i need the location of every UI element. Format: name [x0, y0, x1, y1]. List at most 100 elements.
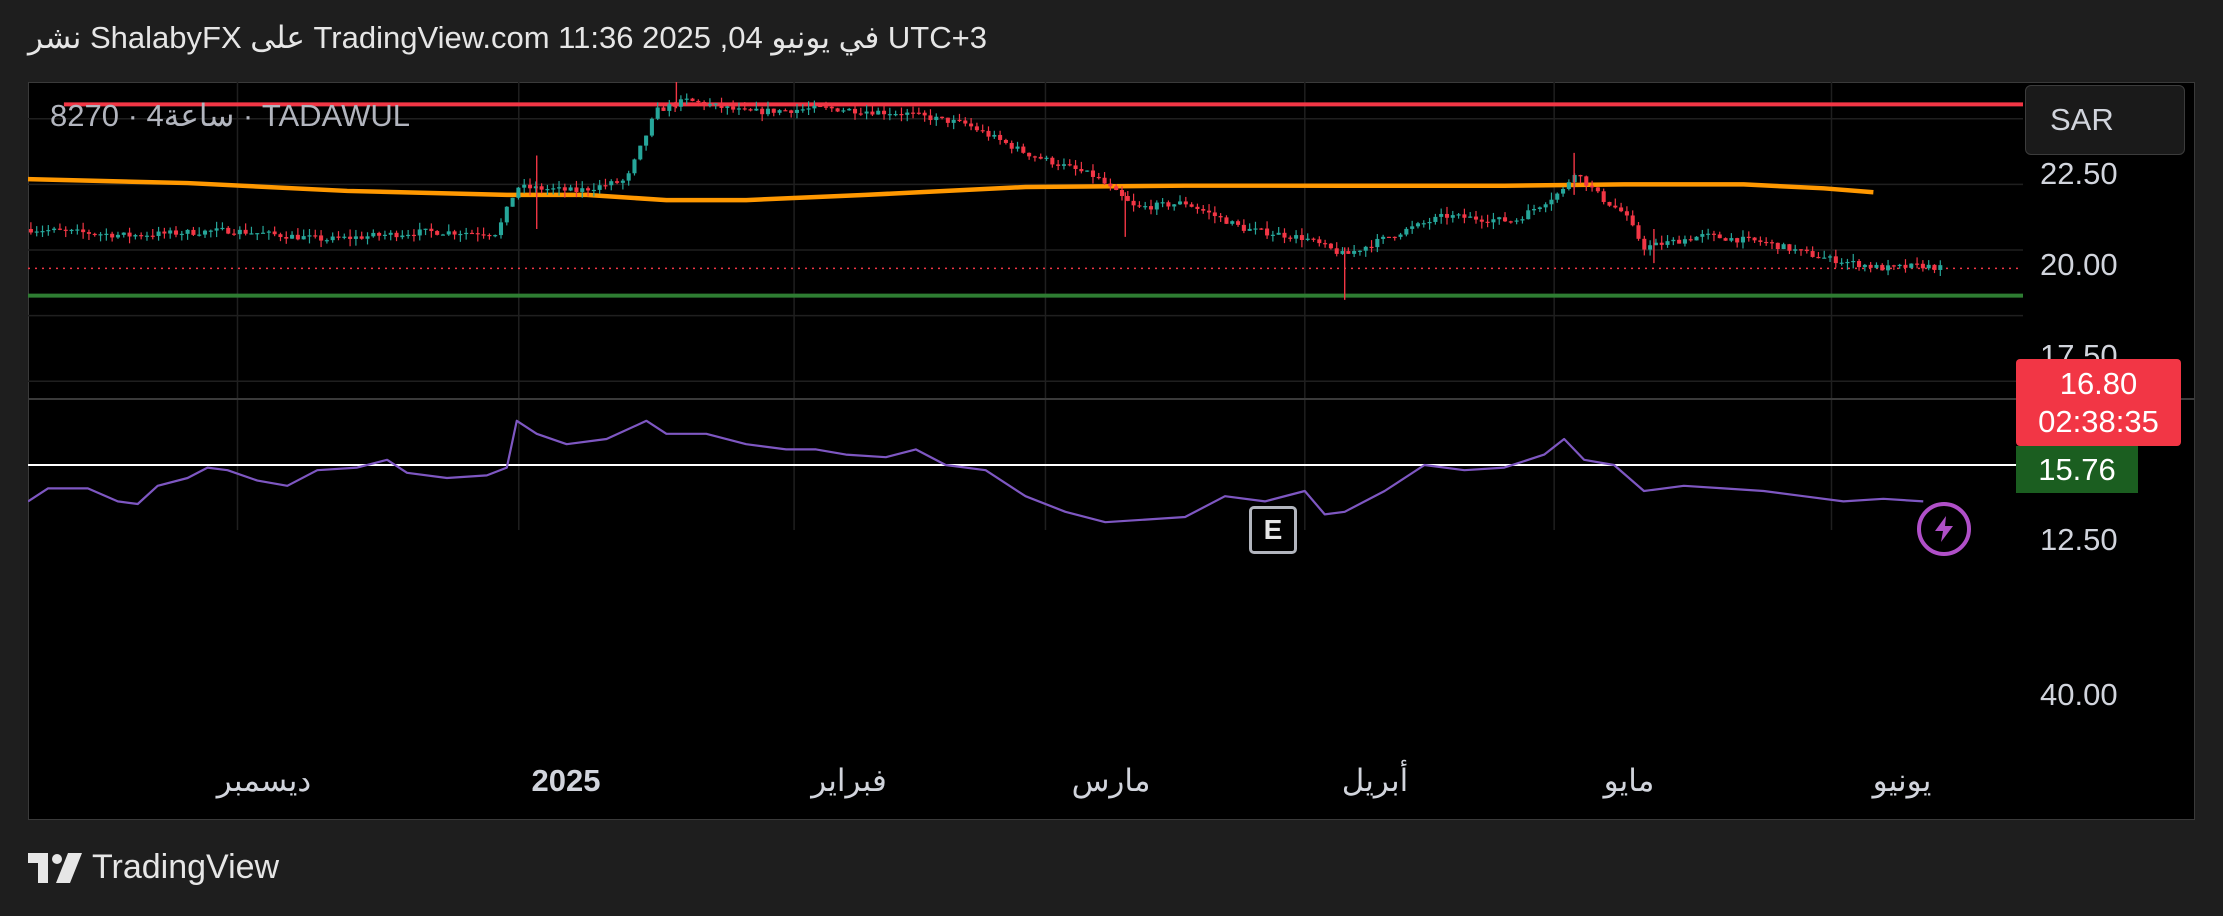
- candle-body: [1607, 201, 1612, 206]
- candle-body: [974, 126, 979, 131]
- candle-body: [272, 231, 277, 235]
- candle-body: [1537, 207, 1542, 210]
- candle-body: [632, 159, 637, 174]
- candle-body: [319, 235, 324, 241]
- candle-body: [1502, 217, 1508, 222]
- candle-body: [1166, 202, 1171, 207]
- candle-body: [783, 110, 788, 112]
- candle-body: [1259, 228, 1264, 230]
- candle-body: [1131, 200, 1136, 206]
- candle-body: [115, 234, 120, 238]
- candle-body: [359, 236, 364, 239]
- candle-body: [208, 230, 213, 232]
- candle-body: [1427, 221, 1432, 224]
- candle-body: [1532, 209, 1537, 211]
- candle-body: [1584, 176, 1589, 186]
- candle-body: [667, 104, 672, 111]
- candle-body: [1473, 216, 1479, 220]
- candle-body: [835, 108, 840, 112]
- candle-body: [429, 228, 434, 232]
- symbol-label[interactable]: 8270 · 4ساعة · TADAWUL: [50, 98, 410, 134]
- candle-body: [1752, 237, 1757, 241]
- x-tick-label: مارس: [1071, 763, 1151, 798]
- candle-body: [290, 234, 295, 239]
- candle-body: [377, 232, 382, 236]
- candle-body: [394, 232, 399, 238]
- candle-body: [1775, 242, 1780, 250]
- candle-body: [1648, 245, 1653, 250]
- candle-body: [586, 188, 591, 191]
- candle-body: [911, 112, 916, 114]
- candle-body: [284, 237, 289, 239]
- candle-body: [1236, 221, 1241, 225]
- candle-body: [620, 180, 625, 183]
- candle-body: [731, 106, 736, 110]
- candle-body: [1398, 234, 1403, 237]
- candle-body: [1682, 239, 1687, 244]
- candle-body: [63, 229, 68, 231]
- candle-body: [928, 115, 933, 121]
- candle-body: [28, 229, 33, 233]
- lightning-bolt-icon[interactable]: [1917, 502, 1971, 556]
- candle-body: [1114, 186, 1119, 191]
- candle-body: [951, 119, 956, 123]
- candle-body: [156, 231, 161, 236]
- candle-body: [92, 233, 97, 236]
- candle-body: [1363, 246, 1368, 251]
- candle-body: [1798, 249, 1804, 251]
- candle-body: [1508, 221, 1513, 223]
- footer-brand[interactable]: TradingView: [28, 848, 279, 887]
- candle-body: [493, 235, 498, 237]
- currency-label: SAR: [2050, 102, 2114, 137]
- candle-body: [644, 135, 649, 146]
- candle-body: [168, 230, 173, 234]
- candle-body: [986, 130, 991, 137]
- candle-body: [1195, 206, 1200, 210]
- candle-body: [266, 231, 271, 233]
- candle-body: [127, 232, 132, 237]
- candle-body: [992, 134, 997, 137]
- candle-body: [1294, 235, 1299, 239]
- candle-body: [649, 118, 654, 136]
- currency-selector[interactable]: SAR: [2025, 85, 2185, 155]
- candle-body: [1897, 264, 1902, 267]
- candle-body: [191, 229, 196, 235]
- candle-body: [1549, 199, 1554, 205]
- support-price-value: 15.76: [2038, 451, 2116, 487]
- candle-body: [1253, 228, 1258, 230]
- candle-body: [1230, 221, 1235, 224]
- y-tick-label: 12.50: [2040, 522, 2118, 557]
- candle-body: [823, 106, 829, 108]
- chart-grid: [28, 82, 2195, 530]
- candle-body: [760, 108, 765, 115]
- candle-body: [545, 189, 550, 191]
- candle-body: [1003, 139, 1008, 143]
- candle-body: [1740, 236, 1746, 243]
- tradingview-logo-icon: [28, 852, 82, 883]
- candle-body: [243, 229, 248, 234]
- candle-body: [1288, 237, 1293, 239]
- candle-body: [226, 227, 231, 234]
- candle-body: [661, 107, 666, 111]
- candle-body: [1793, 249, 1798, 251]
- earnings-marker[interactable]: E: [1249, 506, 1297, 554]
- candle-body: [307, 235, 312, 237]
- candle-body: [1909, 263, 1914, 268]
- candle-body: [1816, 256, 1821, 259]
- candle-body: [1839, 262, 1844, 264]
- candle-body: [1642, 238, 1647, 250]
- candle-body: [1613, 205, 1618, 208]
- candle-body: [818, 105, 823, 107]
- candle-body: [75, 229, 80, 231]
- candle-body: [957, 119, 962, 122]
- candle-body: [969, 123, 974, 127]
- x-tick-label: مايو: [1603, 763, 1655, 798]
- candle-body: [81, 229, 86, 233]
- candle-body: [353, 236, 358, 239]
- chart-canvas[interactable]: [28, 82, 2195, 820]
- candle-body: [1369, 246, 1374, 249]
- candle-body: [574, 187, 579, 192]
- candle-body: [400, 235, 405, 238]
- candle-body: [655, 107, 660, 119]
- candle-body: [1932, 264, 1937, 270]
